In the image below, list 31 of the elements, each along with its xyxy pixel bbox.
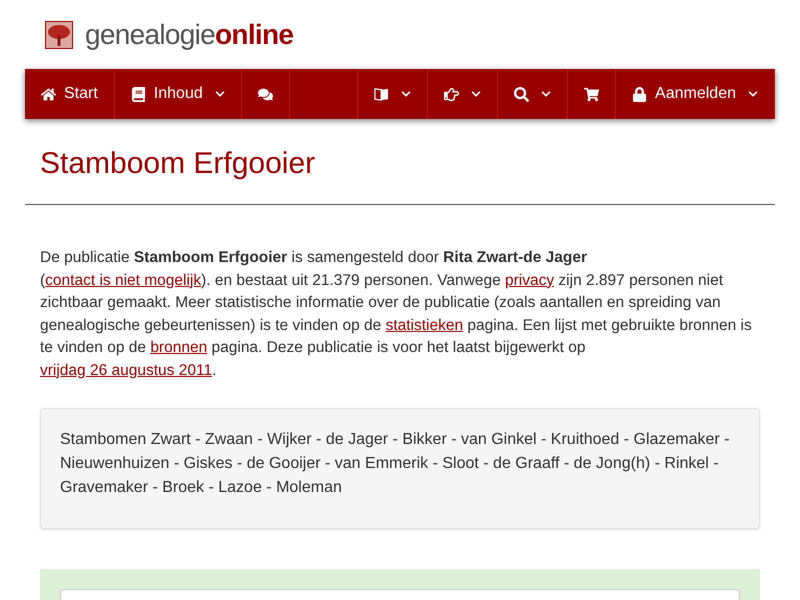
site-logo[interactable]: genealogieonline [85,14,294,56]
home-icon [41,86,56,102]
intro-paragraph: De publicatie Stamboom Erfgooier is samengesteld door Rita Zwart-de Jager (contact is niet mogelijk). en bestaat uit 21.379 personen. Vanwege privacy zijn 2.897 personen niet zichtbaar gemaakt. Meer statistische informatie over de publicatie (zoals aantallen en spreiding van genealogische gebeurtenissen) is te vinden op de statistieken pagina. Een lijst met gebruikte bronnen is te vinden op de bronnen pagina. Deze publicatie is voor het laatst bijgewerkt op vrijdag 26 augustus 2011. [40,248,753,380]
text-link[interactable]: privacy [505,272,554,288]
book-icon [130,86,146,102]
cart-icon [584,86,600,102]
nav-link[interactable]: Inhoud [114,69,242,119]
text-link[interactable]: statistieken [386,316,464,334]
text-link[interactable]: bronnen [150,339,208,356]
text-link[interactable]: contact is niet mogelijk [45,272,202,288]
pointing-hand-menu-button[interactable] [428,69,498,119]
chevron-down-icon [748,89,758,99]
tree-logo-icon [45,20,73,48]
nav-link[interactable]: Aanmelden [616,69,775,119]
chat-menu-button[interactable] [242,69,290,119]
page-title: Stamboom Erfgooier [40,146,316,182]
chat-icon [258,86,273,102]
chevron-down-icon [401,89,412,99]
lock-icon [632,86,648,102]
family-names-text: Stambomen Zwart - Zwaan - Wijker - de Jager - Bikker - van Ginkel - Kruithoed - Glazemaker - Nieuwenhuizen - Giskes - de Gooijer - van Emmerik - Sloot - de Graaff - de Jong(h) - Rinkel - Gravemaker - Broek - Lazoe - Moleman [60,430,731,498]
cart-menu-button[interactable] [568,69,616,119]
text-link[interactable]: vrijdag 26 augustus 2011 [40,362,212,378]
pointing-hand-icon [444,86,460,102]
chevron-down-icon [471,89,482,99]
pages-icon [374,86,390,102]
pages-menu-button[interactable] [358,69,428,119]
chevron-down-icon [214,89,225,99]
nav-link[interactable]: Start [25,69,115,119]
search-menu-button[interactable] [498,69,568,119]
chevron-down-icon [541,89,552,99]
search-icon [514,86,530,102]
